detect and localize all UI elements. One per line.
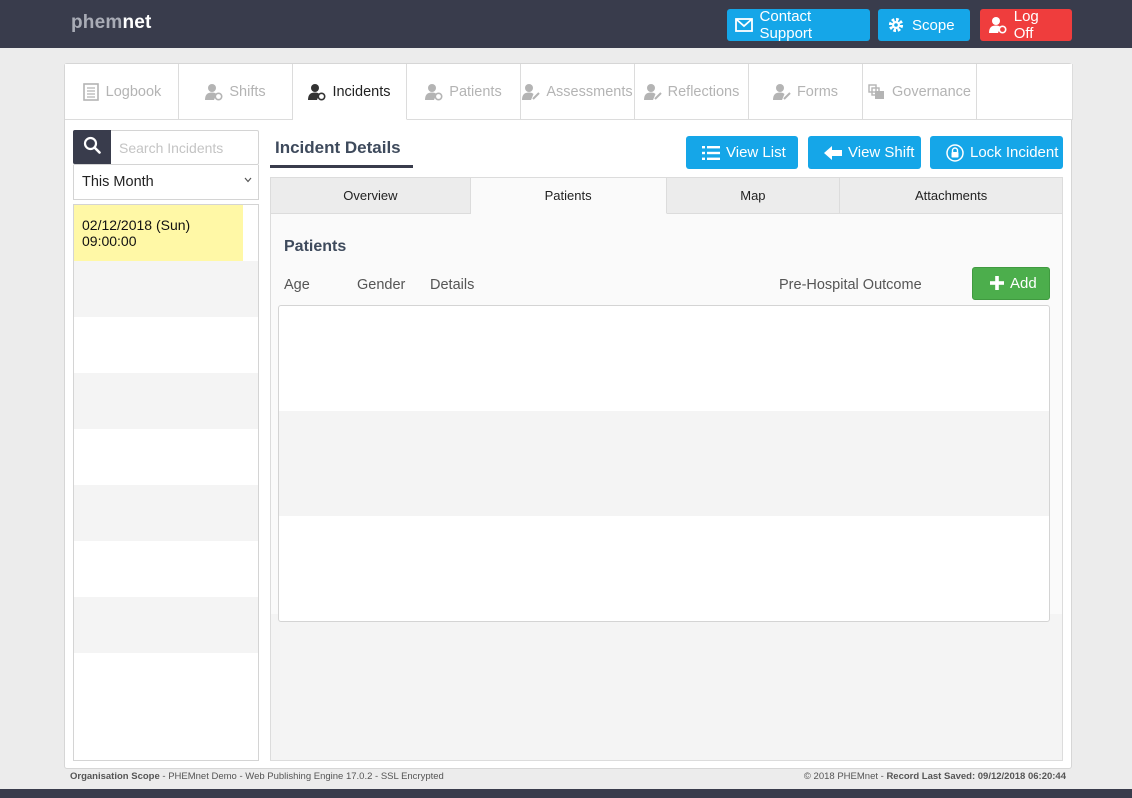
search-button[interactable] (73, 130, 111, 164)
search-input[interactable] (111, 131, 257, 164)
column-header-outcome: Pre-Hospital Outcome (779, 277, 922, 293)
tab-shifts-label: Shifts (229, 83, 266, 100)
period-filter-select[interactable]: This Month (73, 165, 259, 200)
footer-last-saved: Record Last Saved: 09/12/2018 06:20:44 (886, 771, 1066, 782)
footer-right: © 2018 PHEMnet - Record Last Saved: 09/1… (804, 771, 1066, 782)
main-panel: Logbook Shifts Incidents Patients Assess… (64, 63, 1073, 769)
view-shift-label: View Shift (848, 144, 915, 161)
forms-icon (772, 83, 791, 101)
patients-table (278, 305, 1050, 622)
patients-section: Patients Age Gender Details Pre-Hospital… (271, 214, 1062, 622)
arrow-left-icon (823, 143, 843, 163)
incident-list-empty-row (74, 653, 258, 709)
table-row (279, 516, 1049, 621)
tab-logbook[interactable]: Logbook (65, 64, 179, 120)
scope-label: Scope (912, 16, 955, 34)
table-row (279, 306, 1049, 411)
incident-list-empty-row (74, 373, 258, 429)
user-logout-icon (988, 15, 1008, 35)
incident-time: 09:00:00 (82, 233, 137, 249)
list-icon (701, 143, 721, 163)
contact-support-button[interactable]: Contact Support (727, 8, 870, 42)
contact-support-label: Contact Support (759, 8, 813, 42)
view-list-label: View List (726, 144, 786, 161)
incident-list-empty-row (74, 541, 258, 597)
table-row (279, 411, 1049, 516)
incident-list-empty-row (74, 597, 258, 653)
tab-reflections[interactable]: Reflections (635, 64, 749, 120)
incident-search (73, 130, 259, 165)
footer-version-text: - PHEMnet Demo - Web Publishing Engine 1… (159, 771, 444, 782)
log-off-button[interactable]: Log Off (980, 8, 1072, 42)
bottom-bar (0, 789, 1132, 798)
search-icon (83, 136, 101, 159)
tab-governance-label: Governance (892, 83, 971, 100)
view-list-button[interactable]: View List (686, 136, 798, 169)
log-off-label: Log Off (1013, 8, 1039, 42)
incident-details-title: Incident Details (270, 130, 413, 168)
reflections-icon (643, 83, 662, 101)
footer-left: Organisation Scope - PHEMnet Demo - Web … (70, 771, 444, 782)
logbook-icon (82, 82, 100, 101)
incident-list-empty-row (74, 485, 258, 541)
tab-incidents[interactable]: Incidents (293, 64, 407, 120)
assessments-icon (522, 83, 541, 101)
tab-attachments[interactable]: Attachments (840, 178, 1062, 214)
view-shift-button[interactable]: View Shift (808, 136, 921, 169)
tab-patients-label: Patients (449, 83, 502, 100)
tab-empty (977, 64, 1073, 120)
incident-date: 02/12/2018 (Sun) (82, 217, 191, 233)
tab-logbook-label: Logbook (105, 83, 162, 100)
incident-list-empty-row (74, 429, 258, 485)
incident-list-empty-row (74, 261, 258, 317)
tab-forms-label: Forms (796, 83, 839, 100)
footer-copyright: © 2018 PHEMnet - (803, 771, 887, 782)
logo-part-1: phem (71, 12, 123, 33)
period-filter-value: This Month (82, 174, 154, 190)
patients-icon (425, 83, 443, 101)
logo-part-2: net (122, 12, 152, 33)
tab-reflections-label: Reflections (667, 83, 740, 100)
shifts-icon (205, 83, 223, 101)
tab-governance[interactable]: Governance (863, 64, 977, 120)
incident-detail-pane: Overview Patients Map Attachments Patien… (270, 177, 1063, 761)
column-header-details: Details (430, 277, 475, 293)
tab-shifts[interactable]: Shifts (179, 64, 293, 120)
incidents-icon (308, 83, 326, 101)
detail-tabs: Overview Patients Map Attachments (271, 178, 1062, 214)
tab-patients[interactable]: Patients (407, 64, 521, 120)
plus-icon (990, 274, 1004, 294)
lock-icon (945, 143, 965, 163)
chevron-down-icon (244, 175, 252, 186)
tab-assessments[interactable]: Assessments (521, 64, 635, 120)
add-patient-button[interactable]: Add (972, 267, 1050, 300)
scope-button[interactable]: Scope (878, 9, 970, 41)
tab-incidents-label: Incidents (332, 83, 391, 100)
lock-incident-label: Lock Incident (970, 144, 1059, 161)
tab-overview[interactable]: Overview (271, 178, 471, 214)
incident-list-empty-row (74, 709, 258, 760)
tab-forms[interactable]: Forms (749, 64, 863, 120)
column-header-gender: Gender (357, 277, 406, 293)
tab-patients-detail[interactable]: Patients (470, 178, 667, 214)
governance-icon (868, 83, 886, 101)
gear-icon (886, 15, 906, 35)
tab-map[interactable]: Map (666, 178, 841, 214)
add-patient-label: Add (1010, 275, 1037, 292)
top-bar: phemnet Contact Support Scope Log Off (0, 0, 1132, 48)
incident-list-empty-row (74, 317, 258, 373)
lock-incident-button[interactable]: Lock Incident (930, 136, 1063, 169)
app-logo[interactable]: phemnet (71, 12, 152, 34)
incident-list: 02/12/2018 (Sun) 09:00:00 (73, 204, 259, 761)
tab-assessments-label: Assessments (546, 83, 633, 100)
incident-list-item[interactable]: 02/12/2018 (Sun) 09:00:00 (74, 205, 243, 261)
module-tabs: Logbook Shifts Incidents Patients Assess… (65, 64, 1073, 120)
column-header-age: Age (284, 277, 310, 293)
patients-title: Patients (284, 238, 347, 255)
footer-scope-label: Organisation Scope (70, 771, 160, 782)
envelope-icon (735, 15, 754, 35)
